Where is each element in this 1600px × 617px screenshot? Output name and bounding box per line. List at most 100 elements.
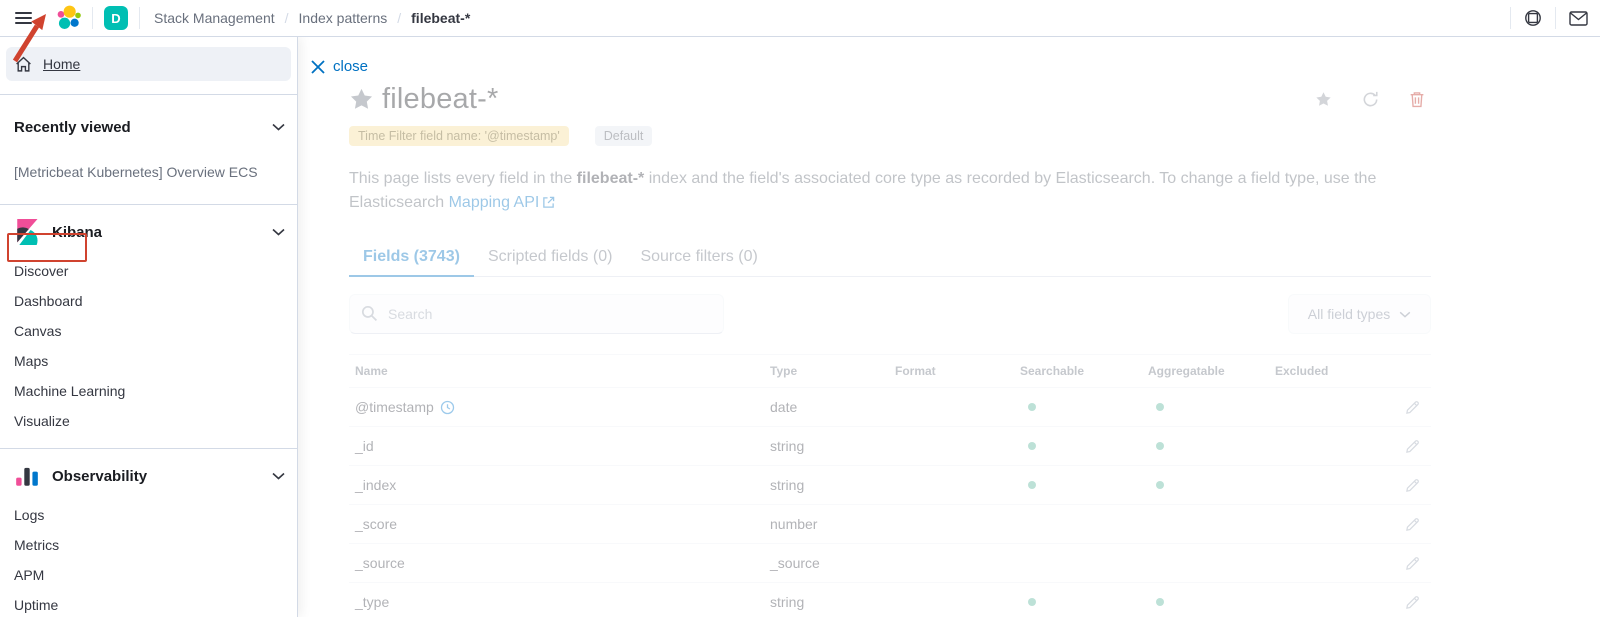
sidebar-item-canvas[interactable]: Canvas [0, 316, 297, 346]
section-observability[interactable]: Observability [0, 462, 297, 490]
field-type-cell: number [764, 516, 889, 532]
section-kibana[interactable]: Kibana [0, 218, 297, 246]
main-content: close filebeat-* [298, 37, 1600, 617]
field-searchable-cell [1014, 598, 1142, 606]
field-name-cell: _score [349, 516, 764, 532]
kibana-logo [14, 219, 40, 245]
elastic-logo-button[interactable] [46, 0, 92, 36]
kibana-section-label: Kibana [52, 224, 102, 241]
field-type-cell: string [764, 477, 889, 493]
fields-table: NameTypeFormatSearchableAggregatableExcl… [349, 354, 1431, 617]
sidebar-home-label: Home [43, 56, 80, 72]
breadcrumb-separator: / [397, 10, 401, 26]
chevron-down-icon [272, 123, 285, 131]
breadcrumb-item: filebeat-* [411, 10, 470, 26]
field-type-cell: date [764, 399, 889, 415]
sidebar-item-maps[interactable]: Maps [0, 346, 297, 376]
table-row: _idstring [349, 427, 1431, 466]
tab-scripted-fields[interactable]: Scripted fields (0) [474, 240, 627, 276]
chevron-down-icon [1399, 311, 1411, 318]
field-searchable-cell [1014, 403, 1142, 411]
field-type-cell: string [764, 438, 889, 454]
pencil-icon [1405, 556, 1420, 571]
star-icon [1315, 91, 1332, 108]
refresh-icon [1362, 91, 1379, 108]
search-box [349, 294, 724, 334]
tab-fields[interactable]: Fields (3743) [349, 240, 474, 276]
observability-section-label: Observability [52, 468, 147, 485]
home-icon [15, 56, 32, 73]
field-name-cell: _id [349, 438, 764, 454]
close-button[interactable]: close [311, 58, 368, 75]
sidebar-item-metrics[interactable]: Metrics [0, 530, 297, 560]
dot-icon [1156, 481, 1164, 489]
table-row: @timestampdate [349, 388, 1431, 427]
column-header-aggregatable: Aggregatable [1142, 364, 1269, 378]
refresh-button[interactable] [1362, 91, 1379, 108]
sidebar-divider [0, 204, 297, 205]
table-row: _typestring [349, 583, 1431, 617]
search-input[interactable] [349, 294, 724, 334]
recently-viewed-label: Recently viewed [14, 119, 131, 136]
breadcrumb-item[interactable]: Index patterns [299, 10, 388, 26]
delete-button[interactable] [1409, 91, 1425, 108]
field-aggregatable-cell [1142, 598, 1269, 606]
elastic-logo [56, 5, 82, 31]
sidebar-item-apm[interactable]: APM [0, 560, 297, 590]
dot-icon [1028, 442, 1036, 450]
field-aggregatable-cell [1142, 442, 1269, 450]
help-button[interactable] [1511, 0, 1555, 36]
breadcrumb: Stack Management/Index patterns/filebeat… [154, 10, 1510, 26]
field-aggregatable-cell [1142, 403, 1269, 411]
dot-icon [1028, 403, 1036, 411]
sidebar-item-logs[interactable]: Logs [0, 500, 297, 530]
tab-bar: Fields (3743)Scripted fields (0)Source f… [349, 240, 1431, 277]
field-name-cell: _source [349, 555, 764, 571]
table-header-row: NameTypeFormatSearchableAggregatableExcl… [349, 354, 1431, 388]
pencil-icon [1405, 439, 1420, 454]
edit-field-button[interactable] [1369, 478, 1431, 493]
column-header-type: Type [764, 364, 889, 378]
table-row: _source_source [349, 544, 1431, 583]
field-searchable-cell [1014, 442, 1142, 450]
pencil-icon [1405, 400, 1420, 415]
pencil-icon [1405, 478, 1420, 493]
pencil-icon [1405, 517, 1420, 532]
section-recently-viewed[interactable]: Recently viewed [0, 113, 297, 141]
field-name-cell: _type [349, 594, 764, 610]
trash-icon [1409, 91, 1425, 108]
set-default-button[interactable] [1315, 91, 1332, 108]
mail-icon [1569, 11, 1588, 26]
pencil-icon [1405, 595, 1420, 610]
field-type-cell: string [764, 594, 889, 610]
sidebar-item-discover[interactable]: Discover [0, 256, 297, 286]
chevron-down-icon [272, 472, 285, 480]
menu-button[interactable] [0, 0, 46, 36]
index-pattern-page: filebeat-* [298, 37, 1600, 617]
index-pattern-actions [1315, 91, 1425, 108]
sidebar-item-uptime[interactable]: Uptime [0, 590, 297, 617]
edit-field-button[interactable] [1369, 595, 1431, 610]
star-icon [349, 87, 374, 112]
top-header: D Stack Management/Index patterns/filebe… [0, 0, 1600, 37]
sidebar-item-home[interactable]: Home [6, 47, 291, 81]
edit-field-button[interactable] [1369, 556, 1431, 571]
help-icon [1524, 9, 1542, 27]
edit-field-button[interactable] [1369, 400, 1431, 415]
tab-source-filters[interactable]: Source filters (0) [626, 240, 771, 276]
close-label: close [333, 58, 368, 75]
sidebar-item-machine-learning[interactable]: Machine Learning [0, 376, 297, 406]
edit-field-button[interactable] [1369, 517, 1431, 532]
field-aggregatable-cell [1142, 481, 1269, 489]
edit-field-button[interactable] [1369, 439, 1431, 454]
recently-viewed-item[interactable]: [Metricbeat Kubernetes] Overview ECS [0, 164, 297, 180]
breadcrumb-item[interactable]: Stack Management [154, 10, 275, 26]
sidebar-item-dashboard[interactable]: Dashboard [0, 286, 297, 316]
table-row: _scorenumber [349, 505, 1431, 544]
field-type-filter[interactable]: All field types [1288, 294, 1431, 334]
newsfeed-button[interactable] [1556, 0, 1600, 36]
mapping-api-link[interactable]: Mapping API [449, 194, 540, 211]
sidebar-item-visualize[interactable]: Visualize [0, 406, 297, 436]
space-selector-button[interactable]: D [93, 0, 139, 36]
table-row: _indexstring [349, 466, 1431, 505]
